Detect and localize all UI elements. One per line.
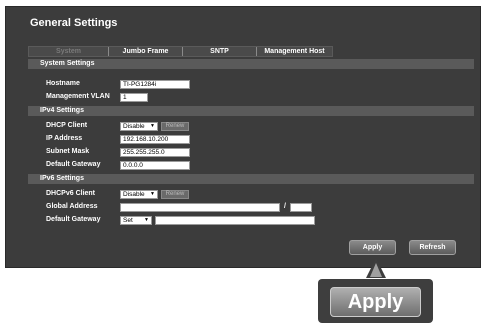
prefix-separator: / (284, 203, 286, 210)
subnet-mask-input[interactable] (120, 148, 190, 157)
dhcpv6-client-select[interactable]: Disable ▼ (120, 190, 158, 199)
section-system-settings: System Settings (28, 59, 474, 69)
ipv6-gateway-mode-select[interactable]: Set ▼ (120, 216, 152, 225)
ipv6-gateway-mode-value: Set (123, 217, 133, 224)
global-address-label: Global Address (46, 203, 98, 210)
tab-system[interactable]: System (29, 47, 109, 56)
management-vlan-label: Management VLAN (46, 93, 110, 100)
tab-jumbo-frame[interactable]: Jumbo Frame (109, 47, 183, 56)
subnet-mask-label: Subnet Mask (46, 148, 90, 155)
default-gateway-label: Default Gateway (46, 161, 101, 168)
chevron-down-icon: ▼ (150, 123, 155, 129)
apply-button[interactable]: Apply (349, 240, 396, 255)
tab-bar: System Jumbo Frame SNTP Management Host (28, 46, 333, 57)
default-gateway-input[interactable] (120, 161, 190, 170)
ipv6-default-gateway-input[interactable] (155, 216, 315, 225)
refresh-button[interactable]: Refresh (409, 240, 456, 255)
ip-address-label: IP Address (46, 135, 83, 142)
dhcp-client-label: DHCP Client (46, 122, 88, 129)
hostname-input[interactable] (120, 80, 190, 89)
section-ipv4-settings: IPv4 Settings (28, 106, 474, 116)
management-vlan-input[interactable] (120, 93, 148, 102)
dhcp-client-value: Disable (123, 123, 145, 130)
renew-button[interactable]: Renew (161, 122, 189, 131)
callout-pointer-inner (370, 263, 382, 277)
dhcpv6-client-label: DHCPv6 Client (46, 190, 96, 197)
dhcpv6-client-value: Disable (123, 191, 145, 198)
global-address-input[interactable] (120, 203, 280, 212)
chevron-down-icon: ▼ (150, 191, 155, 197)
ip-address-input[interactable] (120, 135, 190, 144)
tab-sntp[interactable]: SNTP (183, 47, 257, 56)
hostname-label: Hostname (46, 80, 80, 87)
tab-management-host[interactable]: Management Host (257, 47, 332, 56)
chevron-down-icon: ▼ (144, 217, 149, 223)
prefix-length-input[interactable] (290, 203, 312, 212)
section-ipv6-settings: IPv6 Settings (28, 174, 474, 184)
page-title: General Settings (30, 17, 118, 29)
callout-apply-button: Apply (330, 287, 421, 317)
settings-panel: General Settings System Jumbo Frame SNTP… (5, 6, 481, 268)
dhcp-client-select[interactable]: Disable ▼ (120, 122, 158, 131)
ipv6-default-gateway-label: Default Gateway (46, 216, 101, 223)
ipv6-renew-button[interactable]: Renew (161, 190, 189, 199)
